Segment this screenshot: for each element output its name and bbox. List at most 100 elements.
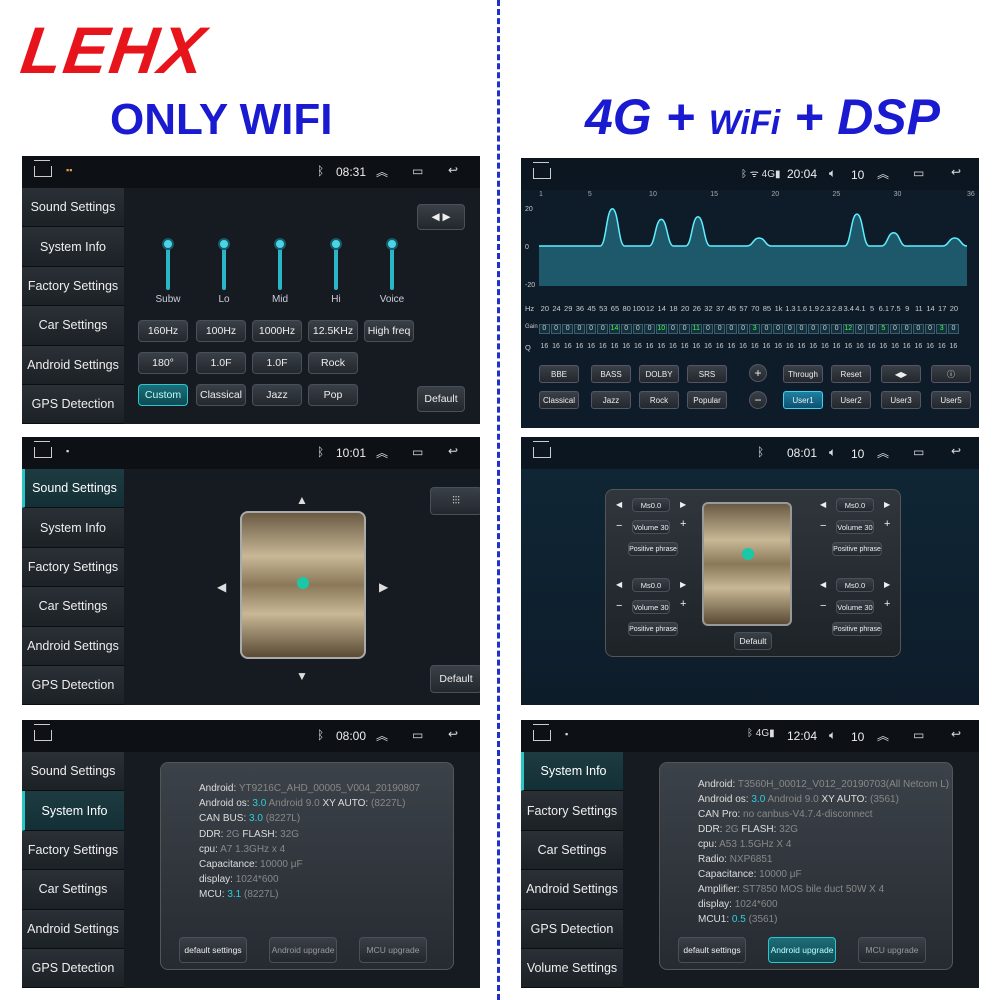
recent-apps-icon[interactable]: ▭ <box>412 445 423 459</box>
sidebar-item-sound-settings[interactable]: Sound Settings <box>22 469 124 509</box>
q-button[interactable]: 1.0F <box>252 352 302 374</box>
q-button[interactable]: 1.0F <box>196 352 246 374</box>
expand-up-icon[interactable]: ︽ <box>376 727 388 744</box>
freq-button[interactable]: 12.5KHz <box>308 320 358 342</box>
bbe-effect-button[interactable]: BBE <box>539 365 579 383</box>
q-value-box[interactable]: 16 <box>855 343 866 353</box>
freq-button[interactable]: High freq <box>364 320 414 342</box>
gain-value-box[interactable]: 0 <box>597 324 609 334</box>
gain-value-box[interactable]: 0 <box>737 324 749 334</box>
q-value-box[interactable]: 16 <box>901 343 912 353</box>
delay-left-arrow[interactable]: ◀ <box>616 500 622 509</box>
reset-button[interactable]: Reset <box>831 365 871 383</box>
phase-button[interactable]: Positive phrase <box>628 542 678 556</box>
sidebar-item-sound-settings[interactable]: Sound Settings <box>22 752 124 792</box>
balance-right-arrow[interactable]: ▶ <box>379 580 388 594</box>
volume-minus[interactable]: − <box>616 600 622 612</box>
sidebar-item-system-info[interactable]: System Info <box>521 752 623 792</box>
gain-value-box[interactable]: 0 <box>819 324 831 334</box>
delay-left-arrow[interactable]: ◀ <box>820 580 826 589</box>
sidebar-item-system-info[interactable]: System Info <box>22 508 124 548</box>
gain-value-box[interactable]: 0 <box>761 324 772 334</box>
phase-button[interactable]: Positive phrase <box>832 622 882 636</box>
home-icon[interactable] <box>34 730 52 741</box>
delay-right-arrow[interactable]: ▶ <box>680 500 686 509</box>
q-value-box[interactable]: 16 <box>691 343 702 353</box>
gain-value-box[interactable]: 14 <box>609 324 620 334</box>
default-settings-button[interactable]: default settings <box>678 937 746 963</box>
q-value-box[interactable]: 16 <box>679 343 690 353</box>
sidebar-item-factory-settings[interactable]: Factory Settings <box>22 830 124 871</box>
back-icon[interactable]: ↩ <box>448 727 458 741</box>
gain-value-box[interactable]: 0 <box>924 324 936 334</box>
gain-value-box[interactable]: 0 <box>702 324 714 334</box>
delay-value[interactable]: Ms0.0 <box>632 498 670 512</box>
q-value-box[interactable]: 16 <box>609 343 620 353</box>
zone-volume[interactable]: Volume 30 <box>836 520 874 534</box>
q-value-box[interactable]: 16 <box>948 343 959 353</box>
volume-plus[interactable]: + <box>680 598 686 610</box>
expand-up-icon[interactable]: ︽ <box>376 163 388 180</box>
back-icon[interactable]: ↩ <box>448 163 458 177</box>
gain-value-box[interactable]: 0 <box>550 324 562 334</box>
recent-apps-icon[interactable]: ▭ <box>913 166 924 180</box>
bass-effect-button[interactable]: BASS <box>591 365 631 383</box>
eq-curve-chart[interactable]: 1 5 10 15 20 25 30 36200-20 <box>521 188 979 308</box>
volume-minus[interactable]: − <box>820 520 826 532</box>
sidebar-item-volume-settings[interactable]: Volume Settings <box>521 948 623 988</box>
preset-classical-button[interactable]: Classical <box>196 384 246 406</box>
sidebar-item-car-settings[interactable]: Car Settings <box>22 870 124 910</box>
eq-curve-line[interactable] <box>538 208 968 247</box>
slider-knob[interactable] <box>162 237 174 250</box>
srs-effect-button[interactable]: SRS <box>687 365 727 383</box>
delay-value[interactable]: Ms0.0 <box>836 498 874 512</box>
q-value-box[interactable]: 16 <box>784 343 795 353</box>
zone-volume[interactable]: Volume 30 <box>836 600 874 614</box>
q-value-box[interactable]: 16 <box>551 343 562 353</box>
default-settings-button[interactable]: default settings <box>179 937 247 963</box>
preset-classical-button[interactable]: Classical <box>539 391 579 409</box>
preset-rock-button[interactable]: Rock <box>308 352 358 374</box>
expand-up-icon[interactable]: ︽ <box>877 727 889 744</box>
mcu-upgrade-button[interactable]: MCU upgrade <box>359 937 427 963</box>
plus-button[interactable]: + <box>749 364 767 382</box>
volume-icon[interactable]: 🔈︎ <box>829 445 836 460</box>
q-value-box[interactable]: 16 <box>843 343 854 353</box>
gain-value-box[interactable]: 0 <box>784 324 796 334</box>
recent-apps-icon[interactable]: ▭ <box>913 445 924 459</box>
slider-knob[interactable] <box>330 237 342 250</box>
volume-plus[interactable]: + <box>884 518 890 530</box>
recent-apps-icon[interactable]: ▭ <box>913 728 924 742</box>
gain-value-box[interactable]: 0 <box>620 324 632 334</box>
gain-value-box[interactable]: 0 <box>667 324 679 334</box>
delay-right-arrow[interactable]: ▶ <box>884 580 890 589</box>
volume-minus[interactable]: − <box>820 600 826 612</box>
info-button[interactable]: ⓘ <box>931 365 971 383</box>
user1-button[interactable]: User1 <box>783 391 823 409</box>
gain-value-box[interactable]: 0 <box>854 324 866 334</box>
gain-value-box[interactable]: 0 <box>889 324 901 334</box>
preset-jazz-button[interactable]: Jazz <box>591 391 631 409</box>
sidebar-item-android-settings[interactable]: Android Settings <box>22 909 124 949</box>
gain-value-box[interactable]: 0 <box>901 324 912 334</box>
gain-value-box[interactable]: 0 <box>796 324 807 334</box>
gain-value-box[interactable]: 11 <box>690 324 702 334</box>
q-value-box[interactable]: 16 <box>866 343 877 353</box>
sidebar-item-car-settings[interactable]: Car Settings <box>22 587 124 627</box>
preset-rock-button[interactable]: Rock <box>639 391 679 409</box>
preset-pop-button[interactable]: Pop <box>308 384 358 406</box>
sidebar-item-gps-detection[interactable]: GPS Detection <box>22 665 124 705</box>
dolby-effect-button[interactable]: DOLBY <box>639 365 679 383</box>
q-value-box[interactable]: 16 <box>761 343 772 353</box>
home-icon[interactable] <box>34 447 52 458</box>
through-button[interactable]: Through <box>783 365 823 383</box>
volume-icon[interactable]: 🔈︎ <box>829 728 836 743</box>
q-value-box[interactable]: 16 <box>726 343 737 353</box>
preset-popular-button[interactable]: Popular <box>687 391 727 409</box>
fader-down-arrow[interactable]: ▼ <box>296 669 308 683</box>
default-button[interactable]: Default <box>417 386 465 412</box>
q-value-box[interactable]: 16 <box>633 343 644 353</box>
preset-jazz-button[interactable]: Jazz <box>252 384 302 406</box>
android-upgrade-button[interactable]: Android upgrade <box>768 937 836 963</box>
q-value-box[interactable]: 16 <box>562 343 573 353</box>
